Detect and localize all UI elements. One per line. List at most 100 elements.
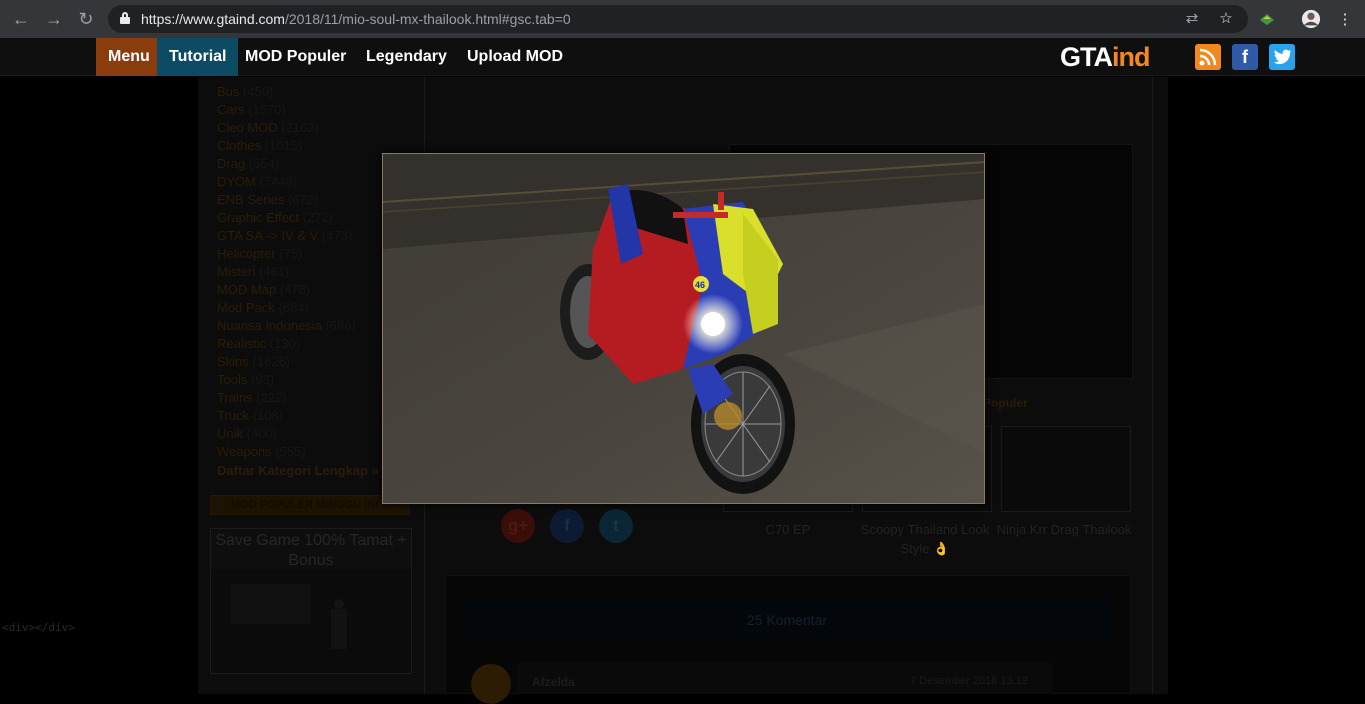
url-path: /2018/11/mio-soul-mx-thailook.html#gsc.t… bbox=[284, 11, 571, 27]
category-item[interactable]: Tools (93) bbox=[217, 371, 356, 389]
comment-date: 7 Desember 2018 13.12 bbox=[909, 675, 1028, 687]
reload-icon[interactable]: ↻ bbox=[75, 8, 97, 30]
category-count: (672) bbox=[287, 192, 319, 207]
category-item[interactable]: Realistic (130) bbox=[217, 335, 356, 353]
category-name[interactable]: GTA SA -> IV & V bbox=[217, 228, 318, 243]
category-item[interactable]: ENB Series (672) bbox=[217, 191, 356, 209]
category-item[interactable]: Nuansa Indonesia (686) bbox=[217, 317, 356, 335]
lock-icon[interactable] bbox=[120, 12, 130, 24]
category-count: (461) bbox=[258, 264, 290, 279]
category-item[interactable]: Truck (108) bbox=[217, 407, 356, 425]
nav-menu[interactable]: Menu bbox=[96, 38, 162, 76]
content-divider bbox=[1152, 77, 1153, 694]
category-item[interactable]: Mod Pack (684) bbox=[217, 299, 356, 317]
category-item[interactable]: Cars (1570) bbox=[217, 101, 356, 119]
popular-post-thumbnail bbox=[211, 569, 411, 673]
category-item[interactable]: Misteri (461) bbox=[217, 263, 356, 281]
svg-text:46: 46 bbox=[695, 280, 705, 290]
category-name[interactable]: Unik bbox=[217, 426, 243, 441]
category-name[interactable]: ENB Series bbox=[217, 192, 284, 207]
logo-ind: ind bbox=[1112, 42, 1150, 72]
rss-icon[interactable] bbox=[1195, 44, 1221, 70]
category-item[interactable]: GTA SA -> IV & V (473) bbox=[217, 227, 356, 245]
category-name[interactable]: Nuansa Indonesia bbox=[217, 318, 322, 333]
category-item[interactable]: Drag (554) bbox=[217, 155, 356, 173]
category-item[interactable]: Weapons (555) bbox=[217, 443, 356, 461]
category-count: (130) bbox=[269, 336, 301, 351]
site-logo[interactable]: GTAind bbox=[1060, 42, 1150, 72]
facebook-share-icon[interactable]: f bbox=[550, 509, 584, 543]
category-name[interactable]: Cars bbox=[217, 102, 244, 117]
google-plus-share-icon[interactable]: g+ bbox=[501, 509, 535, 543]
related-thumb-3[interactable] bbox=[1001, 426, 1131, 512]
twitter-share-icon[interactable]: t bbox=[599, 509, 633, 543]
nav-mod-populer[interactable]: MOD Populer bbox=[233, 38, 358, 76]
category-name[interactable]: Skins bbox=[217, 354, 249, 369]
site-header: Menu Tutorial MOD Populer Legendary Uplo… bbox=[0, 38, 1365, 76]
address-bar[interactable]: https://www.gtaind.com/2018/11/mio-soul-… bbox=[108, 5, 1248, 33]
translate-icon[interactable]: ⇄ bbox=[1182, 8, 1202, 28]
category-item[interactable]: Unik (400) bbox=[217, 425, 356, 443]
popular-heading: MOD POPULER MINGGU INI bbox=[210, 495, 410, 515]
back-icon[interactable]: ← bbox=[10, 8, 32, 30]
twitter-icon[interactable] bbox=[1269, 44, 1295, 70]
extension-icon[interactable] bbox=[1257, 9, 1277, 29]
category-item[interactable]: MOD Map (478) bbox=[217, 281, 356, 299]
url-host: https://www.gtaind.com bbox=[141, 11, 285, 27]
category-name[interactable]: Misteri bbox=[217, 264, 255, 279]
category-count: (7448) bbox=[259, 174, 298, 189]
url-text: https://www.gtaind.com/2018/11/mio-soul-… bbox=[141, 11, 571, 27]
nav-legendary[interactable]: Legendary bbox=[354, 38, 459, 76]
commenter-name[interactable]: Afzelda bbox=[532, 675, 575, 689]
category-more-link[interactable]: Daftar Kategori Lengkap » bbox=[217, 463, 379, 478]
category-count: (450) bbox=[243, 84, 274, 99]
category-name[interactable]: Weapons bbox=[217, 444, 272, 459]
category-name[interactable]: Graphic Effect bbox=[217, 210, 299, 225]
category-item[interactable]: Cleo MOD (2162) bbox=[217, 119, 356, 137]
category-name[interactable]: MOD Map bbox=[217, 282, 276, 297]
category-item[interactable]: Helicopter (75) bbox=[217, 245, 356, 263]
category-count: (555) bbox=[275, 444, 306, 459]
related-label-3[interactable]: Ninja Krr Drag Thailook bbox=[994, 520, 1134, 539]
category-count: (93) bbox=[250, 372, 275, 387]
comments-count[interactable]: 25 Komentar bbox=[462, 600, 1112, 640]
category-item[interactable]: Bus (450) bbox=[217, 83, 356, 101]
lightbox-image[interactable]: 46 bbox=[382, 153, 985, 504]
category-count: (108) bbox=[252, 408, 284, 423]
category-item[interactable]: Skins (1626) bbox=[217, 353, 356, 371]
category-count: (1626) bbox=[252, 354, 290, 369]
category-name[interactable]: Tools bbox=[217, 372, 247, 387]
facebook-icon[interactable]: f bbox=[1232, 44, 1258, 70]
related-label-1[interactable]: C70 EP bbox=[718, 520, 858, 539]
profile-avatar[interactable] bbox=[1301, 9, 1321, 29]
category-name[interactable]: Cleo MOD bbox=[217, 120, 278, 135]
category-name[interactable]: Drag bbox=[217, 156, 245, 171]
category-name[interactable]: Bus bbox=[217, 84, 239, 99]
category-count: (684) bbox=[278, 300, 309, 315]
category-name[interactable]: Mod Pack bbox=[217, 300, 275, 315]
category-item[interactable]: Graphic Effect (272) bbox=[217, 209, 356, 227]
category-item[interactable]: DYOM (7448) bbox=[217, 173, 356, 191]
nav-upload-mod[interactable]: Upload MOD bbox=[455, 38, 575, 76]
category-name[interactable]: Trains bbox=[217, 390, 253, 405]
category-name[interactable]: Realistic bbox=[217, 336, 266, 351]
popular-post-card[interactable]: Save Game 100% Tamat + Bonus bbox=[210, 528, 412, 674]
category-list: Bus (450) Cars (1570) Cleo MOD (2162) Cloth… bbox=[217, 83, 356, 461]
category-item[interactable]: Clothes (1015) bbox=[217, 137, 356, 155]
category-count: (473) bbox=[321, 228, 353, 243]
dev-text: <div></div> bbox=[2, 621, 75, 634]
menu-icon[interactable]: ⋮ bbox=[1335, 9, 1355, 29]
motorcycle-image: 46 bbox=[383, 154, 984, 503]
logo-gta: GTA bbox=[1060, 42, 1113, 72]
category-count: (686) bbox=[325, 318, 356, 333]
category-name[interactable]: Clothes bbox=[217, 138, 261, 153]
category-item[interactable]: Trains (222) bbox=[217, 389, 356, 407]
category-name[interactable]: Helicopter bbox=[217, 246, 276, 261]
category-name[interactable]: Truck bbox=[217, 408, 249, 423]
category-count: (2162) bbox=[281, 120, 319, 135]
nav-tutorial[interactable]: Tutorial bbox=[157, 38, 239, 76]
forward-icon[interactable]: → bbox=[43, 8, 65, 30]
category-name[interactable]: DYOM bbox=[217, 174, 256, 189]
related-label-2[interactable]: Scoopy Thailand Look Style 👌 bbox=[855, 520, 995, 558]
star-icon[interactable]: ☆ bbox=[1216, 8, 1236, 28]
